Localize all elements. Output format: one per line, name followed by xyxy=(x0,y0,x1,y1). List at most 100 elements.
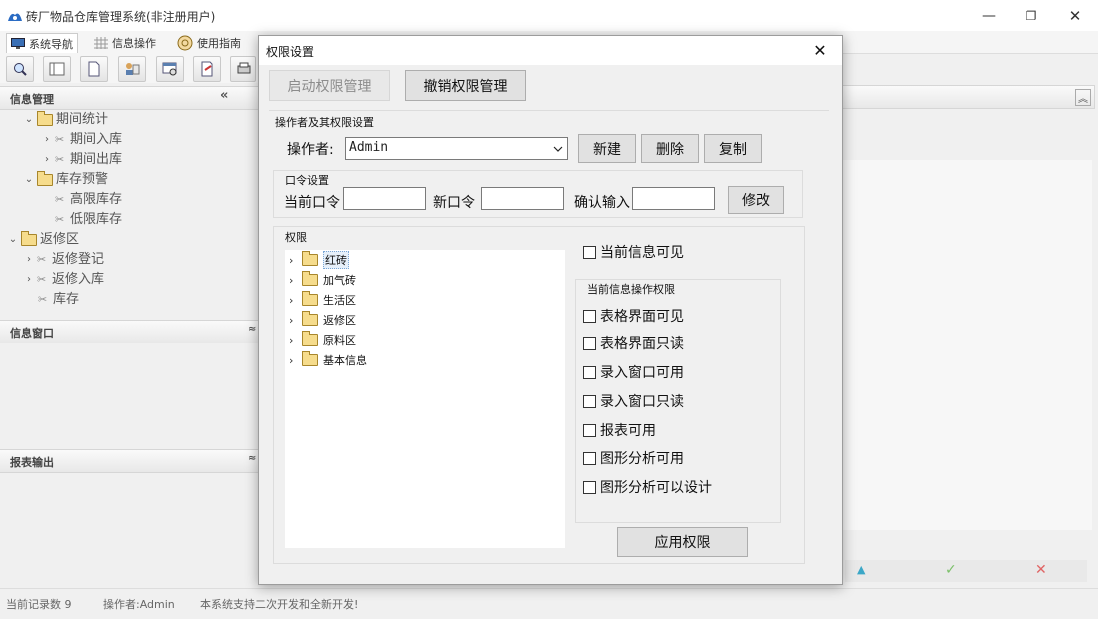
new-password-input[interactable] xyxy=(481,187,564,210)
tree-node-label: 低限库存 xyxy=(70,212,123,227)
edit-tool-button[interactable] xyxy=(193,56,221,82)
tree-node-inventory[interactable]: ✂ 库存 xyxy=(38,290,79,310)
chevron-right-icon: › xyxy=(289,333,294,347)
graph-design-checkbox[interactable]: 图形分析可以设计 xyxy=(583,477,712,497)
search-tool-button[interactable] xyxy=(6,56,34,82)
info-visible-checkbox[interactable]: 当前信息可见 xyxy=(583,242,684,262)
chevrons-up-icon[interactable]: ︽ xyxy=(1075,89,1091,106)
entry-readonly-checkbox[interactable]: 录入窗口只读 xyxy=(583,391,684,411)
copy-operator-button[interactable]: 复制 xyxy=(704,134,762,163)
info-window-panel-body xyxy=(0,343,260,443)
perm-node-label: 返修区 xyxy=(323,314,356,327)
operator-select[interactable]: Admin xyxy=(345,137,568,160)
tree-node-repair-register[interactable]: › ✂ 返修登记 xyxy=(24,250,104,270)
print-tool-button[interactable] xyxy=(230,56,256,82)
collapse-panel-button[interactable]: ≈ xyxy=(248,453,256,464)
window-tool-button[interactable] xyxy=(156,56,184,82)
tab-system-nav[interactable]: 系统导航 xyxy=(6,33,78,53)
chevron-right-icon: › xyxy=(289,253,294,267)
table-visible-checkbox[interactable]: 表格界面可见 xyxy=(583,306,684,326)
tree-node-repair-in[interactable]: › ✂ 返修入库 xyxy=(24,270,104,290)
perm-node-aerated-brick[interactable]: › 加气砖 xyxy=(289,270,356,290)
tools-icon: ✂ xyxy=(55,153,65,166)
folder-icon xyxy=(302,311,318,326)
status-message: 本系统支持二次开发和全新开发! xyxy=(200,598,359,611)
up-arrow-icon[interactable]: ▲ xyxy=(857,563,865,576)
collapse-panel-button[interactable]: « xyxy=(220,88,228,103)
tab-user-guide[interactable]: 使用指南 xyxy=(173,33,245,52)
tree-node-period-out[interactable]: › ✂ 期间出库 xyxy=(42,150,122,170)
minimize-button[interactable]: — xyxy=(966,0,1012,31)
revoke-permission-button[interactable]: 撤销权限管理 xyxy=(405,70,526,101)
folder-icon xyxy=(21,231,37,246)
confirm-password-input[interactable] xyxy=(632,187,715,210)
x-icon[interactable]: ✕ xyxy=(1035,562,1047,578)
tab-label: 系统导航 xyxy=(29,37,73,51)
close-button[interactable]: ✕ xyxy=(1052,0,1098,31)
operator-label: 操作者: xyxy=(287,142,334,158)
tree-node-repair-area[interactable]: ⌄ 返修区 xyxy=(8,230,79,250)
entry-usable-checkbox[interactable]: 录入窗口可用 xyxy=(583,362,684,382)
perm-node-living-area[interactable]: › 生活区 xyxy=(289,290,356,310)
current-password-input[interactable] xyxy=(343,187,426,210)
check-icon[interactable]: ✓ xyxy=(945,562,957,578)
password-group-label: 口令设置 xyxy=(285,174,329,187)
table-readonly-checkbox[interactable]: 表格界面只读 xyxy=(583,333,684,353)
tree-node-low-stock[interactable]: ✂ 低限库存 xyxy=(55,210,122,230)
tree-node-label: 返修入库 xyxy=(52,272,105,287)
report-panel-header: 报表输出 ≈ xyxy=(0,449,262,473)
graph-usable-checkbox[interactable]: 图形分析可用 xyxy=(583,448,684,468)
checkbox-label: 表格界面只读 xyxy=(600,336,684,352)
checkbox-box xyxy=(583,423,596,437)
perm-node-material-area[interactable]: › 原料区 xyxy=(289,330,356,350)
checkbox-box xyxy=(583,309,596,323)
tree-node-period-stats[interactable]: ⌄ 期间统计 xyxy=(24,110,108,130)
divider xyxy=(269,110,829,111)
info-mgmt-panel-header: 信息管理 « xyxy=(0,86,262,110)
collapse-panel-button[interactable]: ≈ xyxy=(248,324,256,335)
restore-button[interactable]: ❐ xyxy=(1008,0,1054,31)
document-tool-button[interactable] xyxy=(80,56,108,82)
tree-node-stock-warning[interactable]: ⌄ 库存预警 xyxy=(24,170,108,190)
record-nav-bar: ▲ ✓ ✕ xyxy=(845,560,1087,582)
start-permission-button[interactable]: 启动权限管理 xyxy=(269,70,390,101)
chevron-down-icon: ⌄ xyxy=(8,234,18,245)
app-logo-icon xyxy=(8,13,22,21)
checkbox-label: 录入窗口只读 xyxy=(600,394,684,410)
info-window-panel-header: 信息窗口 ≈ xyxy=(0,320,262,344)
window-search-icon xyxy=(162,62,177,76)
modify-password-button[interactable]: 修改 xyxy=(728,186,784,214)
checkbox-label: 录入窗口可用 xyxy=(600,365,684,381)
edit-doc-icon xyxy=(201,61,213,77)
checkbox-box xyxy=(583,394,596,408)
tree-node-label: 返修区 xyxy=(40,232,80,247)
folder-icon xyxy=(302,331,318,346)
apply-permission-button[interactable]: 应用权限 xyxy=(617,527,748,557)
perm-node-red-brick[interactable]: › 红砖 xyxy=(289,250,349,270)
checkbox-box xyxy=(583,451,596,465)
report-usable-checkbox[interactable]: 报表可用 xyxy=(583,420,656,440)
status-record-count: 当前记录数 9 xyxy=(6,598,72,611)
tree-node-period-in[interactable]: › ✂ 期间入库 xyxy=(42,130,122,150)
perm-node-repair-area[interactable]: › 返修区 xyxy=(289,310,356,330)
new-operator-button[interactable]: 新建 xyxy=(578,134,636,163)
list-icon xyxy=(49,62,65,76)
tab-label: 使用指南 xyxy=(197,36,241,50)
tab-info-ops[interactable]: 信息操作 xyxy=(90,33,160,52)
list-tool-button[interactable] xyxy=(43,56,71,82)
chevron-down-icon xyxy=(553,146,563,152)
search-icon xyxy=(14,63,27,76)
users-tool-button[interactable] xyxy=(118,56,146,82)
document-icon xyxy=(88,61,100,77)
folder-icon xyxy=(302,351,318,366)
perm-node-basic-info[interactable]: › 基本信息 xyxy=(289,350,367,370)
window-title: 砖厂物品仓库管理系统(非注册用户) xyxy=(26,10,216,24)
delete-operator-button[interactable]: 删除 xyxy=(641,134,699,163)
chevron-down-icon: ⌄ xyxy=(24,174,34,185)
checkbox-label: 当前信息可见 xyxy=(600,245,684,261)
dialog-close-button[interactable]: ✕ xyxy=(798,36,842,65)
tree-node-high-stock[interactable]: ✂ 高限库存 xyxy=(55,190,122,210)
tree-node-label: 库存预警 xyxy=(56,172,109,187)
folder-icon xyxy=(302,271,318,286)
print-icon xyxy=(237,62,251,74)
